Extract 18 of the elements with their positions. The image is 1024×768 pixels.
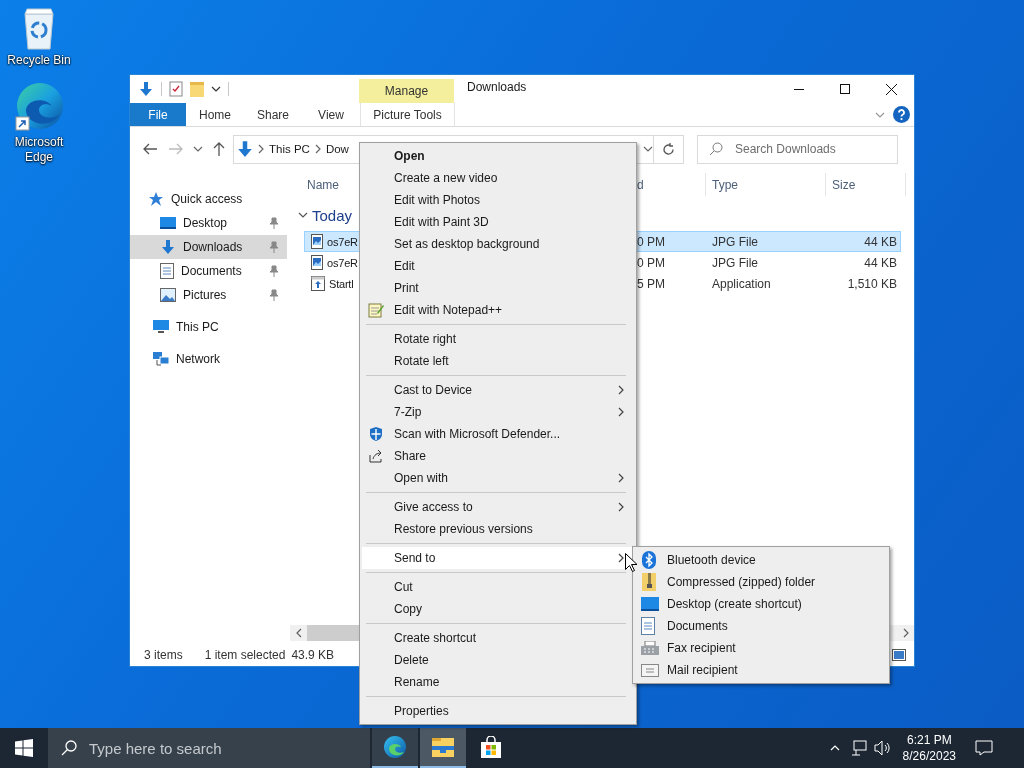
- status-text: 43.9 KB: [291, 648, 335, 662]
- status-text: 3 items: [144, 648, 183, 662]
- file-name: Startl: [329, 277, 354, 290]
- type-cell-text: JPG File: [711, 234, 759, 249]
- contextual-tab-header: Manage: [359, 79, 454, 103]
- size-cell-text: 1,510 KB: [846, 276, 898, 291]
- date-cell-text: 0 PM: [636, 234, 666, 249]
- type-cell-text: Application: [711, 276, 772, 291]
- type-cell-text: JPG File: [711, 255, 759, 270]
- group-header: Today: [312, 206, 353, 224]
- size-cell-text: 44 KB: [863, 255, 898, 270]
- date-cell-text: 0 PM: [636, 255, 666, 270]
- file-name: os7eR: [327, 256, 358, 269]
- file-name: os7eR: [327, 235, 358, 248]
- date-cell-text: 5 PM: [636, 276, 666, 291]
- window-title: Downloads: [467, 80, 527, 94]
- size-cell-text: 44 KB: [863, 234, 898, 249]
- status-text: 1 item selected: [204, 648, 286, 662]
